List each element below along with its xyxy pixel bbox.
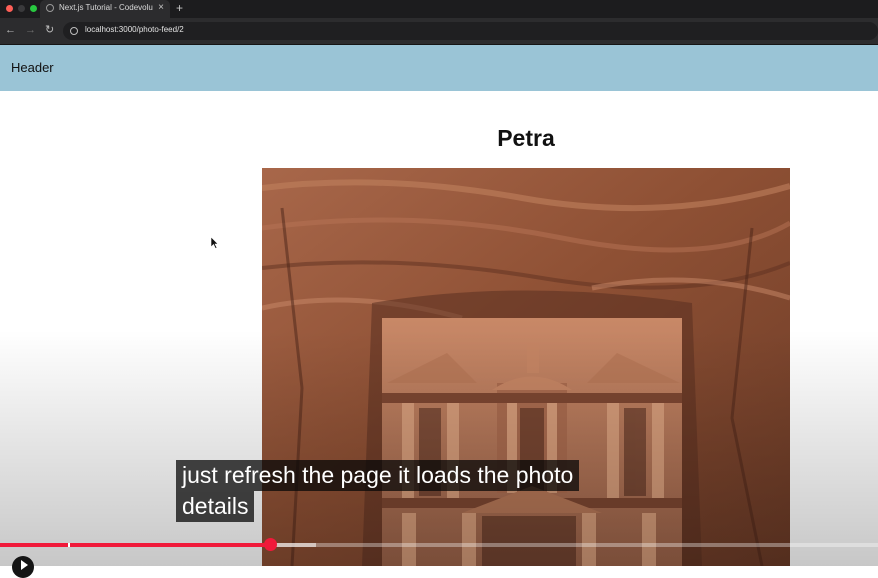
- browser-tab[interactable]: Next.js Tutorial - Codevolution ×: [40, 0, 170, 18]
- browser-tab-strip: Next.js Tutorial - Codevolution × +: [0, 0, 878, 18]
- address-bar[interactable]: localhost:3000/photo-feed/2: [63, 22, 878, 40]
- mouse-cursor-icon: [211, 237, 219, 249]
- back-arrow-icon[interactable]: ←: [5, 24, 16, 37]
- globe-icon: [46, 4, 54, 12]
- header-label: Header: [11, 60, 54, 75]
- maximize-window-button[interactable]: [30, 5, 37, 12]
- tab-title: Next.js Tutorial - Codevolution: [59, 3, 153, 12]
- caption-line-1: just refresh the page it loads the photo: [176, 460, 580, 491]
- chapter-marker: [68, 543, 70, 547]
- site-info-icon[interactable]: [70, 27, 78, 35]
- site-header: Header: [0, 45, 878, 91]
- video-played-bar: [0, 543, 270, 547]
- scrubber-handle[interactable]: [264, 538, 277, 551]
- tab-close-icon[interactable]: ×: [158, 2, 164, 14]
- photo-title: Petra: [497, 125, 555, 151]
- close-window-button[interactable]: [6, 5, 13, 12]
- url-text: localhost:3000/photo-feed/2: [85, 25, 184, 34]
- forward-arrow-icon[interactable]: →: [25, 24, 36, 37]
- play-pause-button[interactable]: [12, 556, 34, 578]
- caption-box: just refresh the page it loads the photo…: [176, 460, 580, 522]
- browser-toolbar: ← → ↻ localhost:3000/photo-feed/2: [0, 18, 878, 45]
- reload-icon[interactable]: ↻: [45, 24, 54, 37]
- new-tab-icon[interactable]: +: [176, 1, 183, 15]
- caption-line-2: details: [176, 491, 255, 522]
- minimize-window-button[interactable]: [18, 5, 25, 12]
